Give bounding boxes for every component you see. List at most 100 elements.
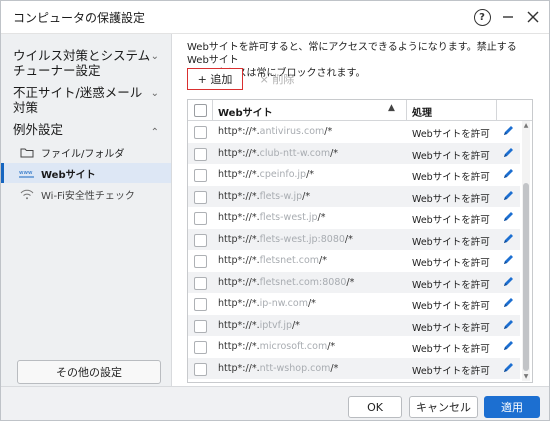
edit-pencil-icon[interactable] <box>502 253 514 267</box>
website-url: http*://*.flets-west.jp/* <box>218 212 326 223</box>
url-prefix: http*://*. <box>218 212 260 223</box>
row-checkbox[interactable] <box>194 233 207 247</box>
website-table: Webサイト ▲ 処理 http*://*.antivirus.com/* Web… <box>187 99 533 383</box>
table-row[interactable]: http*://*.club-ntt-w.com/* Webサイトを許可 <box>188 142 520 164</box>
row-action: Webサイトを許可 <box>412 365 490 377</box>
table-row[interactable]: http*://*.flets-west.jp:8080/* Webサイトを許可 <box>188 228 520 250</box>
sidebar-item-label: Webサイト <box>41 169 96 181</box>
ok-button[interactable]: OK <box>348 396 402 418</box>
cancel-button[interactable]: キャンセル <box>409 396 478 418</box>
website-url: http*://*.fletsnet.com/* <box>218 255 327 266</box>
table-row[interactable]: http*://*.flets-west.jp/* Webサイトを許可 <box>188 207 520 229</box>
row-action: Webサイトを許可 <box>412 258 490 269</box>
wifi-icon <box>19 189 35 200</box>
edit-pencil-icon[interactable] <box>502 189 514 203</box>
table-row[interactable]: http*://*.cpeinfo.jp/* Webサイトを許可 <box>188 164 520 186</box>
select-all-checkbox[interactable] <box>194 104 207 117</box>
url-suffix: /* <box>317 212 326 223</box>
row-checkbox[interactable] <box>194 319 207 333</box>
row-checkbox[interactable] <box>194 341 207 354</box>
url-domain: ip-nw.com <box>259 298 308 309</box>
chevron-down-icon: ⌄ <box>150 51 159 62</box>
delete-button[interactable]: × 削除 <box>251 69 303 89</box>
help-icon[interactable]: ? <box>471 6 493 28</box>
url-suffix: /* <box>302 190 311 202</box>
sidebar-item-websites[interactable]: www Webサイト <box>1 163 171 183</box>
row-checkbox[interactable] <box>194 169 207 182</box>
minimize-icon[interactable] <box>497 6 519 28</box>
table-row[interactable]: http*://*.flets-w.jp/* Webサイトを許可 <box>188 185 520 207</box>
url-domain: ntt-wshop.com <box>259 362 331 374</box>
sidebar-item-files-folders[interactable]: ファイル/フォルダ <box>19 142 167 162</box>
url-prefix: http*://*. <box>218 298 260 309</box>
row-checkbox[interactable] <box>194 126 207 139</box>
row-checkbox[interactable] <box>194 362 207 376</box>
row-checkbox[interactable] <box>194 147 207 161</box>
edit-pencil-icon[interactable] <box>502 210 514 224</box>
scrollbar-thumb[interactable] <box>523 183 529 371</box>
table-row[interactable]: http*://*.ntt-wshop.com/* Webサイトを許可 <box>188 357 520 379</box>
edit-pencil-icon[interactable] <box>502 296 514 310</box>
sidebar: ウイルス対策とシステム チューナー設定 ⌄ 不正サイト/迷惑メール 対策 ⌄ 例… <box>1 34 172 386</box>
sidebar-item-label: Wi-Fi安全性チェック <box>41 190 135 202</box>
edit-pencil-icon[interactable] <box>502 275 514 289</box>
edit-pencil-icon[interactable] <box>502 361 514 375</box>
column-divider <box>212 100 213 120</box>
settings-window: コンピュータの保護設定 ? ウイルス対策とシステム チューナー設定 ⌄ 不正サイ… <box>0 0 550 421</box>
sidebar-group-label: 例外設定 <box>13 122 64 137</box>
url-domain: flets-w.jp <box>259 190 303 202</box>
sort-ascending-icon[interactable]: ▲ <box>388 103 395 113</box>
apply-button[interactable]: 適用 <box>484 396 540 418</box>
website-url: http*://*.cpeinfo.jp/* <box>218 169 314 180</box>
url-domain: flets-west.jp:8080 <box>259 233 345 245</box>
url-prefix: http*://*. <box>218 341 260 352</box>
url-suffix: /* <box>291 319 300 331</box>
close-icon[interactable] <box>522 6 544 28</box>
table-row[interactable]: http*://*.iptvf.jp/* Webサイトを許可 <box>188 314 520 336</box>
edit-pencil-icon[interactable] <box>502 146 514 160</box>
table-row[interactable]: http*://*.fletsnet.com/* Webサイトを許可 <box>188 250 520 272</box>
column-divider <box>406 100 407 120</box>
row-action: Webサイトを許可 <box>412 236 490 248</box>
column-header-website[interactable]: Webサイト <box>218 104 273 119</box>
row-checkbox[interactable] <box>194 212 207 225</box>
row-checkbox[interactable] <box>194 255 207 268</box>
table-row[interactable]: http*://*.ip-nw.com/* Webサイトを許可 <box>188 293 520 315</box>
url-prefix: http*://*. <box>218 147 260 159</box>
edit-pencil-icon[interactable] <box>502 382 514 383</box>
website-url: http*://*.ip-nw.com/* <box>218 298 316 309</box>
edit-pencil-icon[interactable] <box>502 167 514 181</box>
website-url: http*://*.flets-west.jp:8080/* <box>218 234 353 245</box>
sidebar-group-exceptions[interactable]: 例外設定 ⌃ <box>13 122 163 138</box>
edit-pencil-icon[interactable] <box>502 318 514 332</box>
sidebar-group-label: 不正サイト/迷惑メール <box>13 85 143 100</box>
sidebar-group-web-mail[interactable]: 不正サイト/迷惑メール 対策 ⌄ <box>13 85 163 115</box>
sidebar-item-wifi-check[interactable]: Wi-Fi安全性チェック <box>19 184 167 204</box>
url-suffix: /* <box>306 169 315 180</box>
sidebar-group-label: チューナー設定 <box>13 63 101 78</box>
scroll-down-icon[interactable]: ▼ <box>522 373 530 380</box>
url-domain: cpeinfo.jp <box>259 169 307 180</box>
row-checkbox[interactable] <box>194 190 207 204</box>
row-checkbox[interactable] <box>194 298 207 311</box>
other-settings-button[interactable]: その他の設定 <box>17 360 161 384</box>
column-header-action[interactable]: 処理 <box>412 104 432 119</box>
table-row[interactable]: http*://*.microsoft.com/* Webサイトを許可 <box>188 336 520 358</box>
url-suffix: /* <box>307 298 316 309</box>
table-row[interactable]: http*://*.fletsnet.com:8080/* Webサイトを許可 <box>188 271 520 293</box>
add-button[interactable]: + 追加 <box>187 68 243 90</box>
dialog-footer: OK キャンセル 適用 <box>1 386 549 420</box>
row-action: Webサイトを許可 <box>412 301 490 312</box>
edit-pencil-icon[interactable] <box>502 232 514 246</box>
scroll-up-icon[interactable]: ▲ <box>522 122 530 129</box>
edit-pencil-icon[interactable] <box>502 339 514 353</box>
url-prefix: http*://*. <box>218 190 260 202</box>
table-scrollbar[interactable]: ▲ ▼ <box>522 121 530 381</box>
table-row[interactable]: http*://*.ntt-west-recruiting.jp/*Webサイト… <box>188 379 520 383</box>
url-domain: antivirus.com <box>259 126 325 137</box>
chevron-up-icon: ⌃ <box>150 127 159 138</box>
sidebar-group-antivirus[interactable]: ウイルス対策とシステム チューナー設定 ⌄ <box>13 48 163 78</box>
table-row[interactable]: http*://*.antivirus.com/* Webサイトを許可 <box>188 121 520 143</box>
edit-pencil-icon[interactable] <box>502 124 514 138</box>
row-checkbox[interactable] <box>194 276 207 290</box>
